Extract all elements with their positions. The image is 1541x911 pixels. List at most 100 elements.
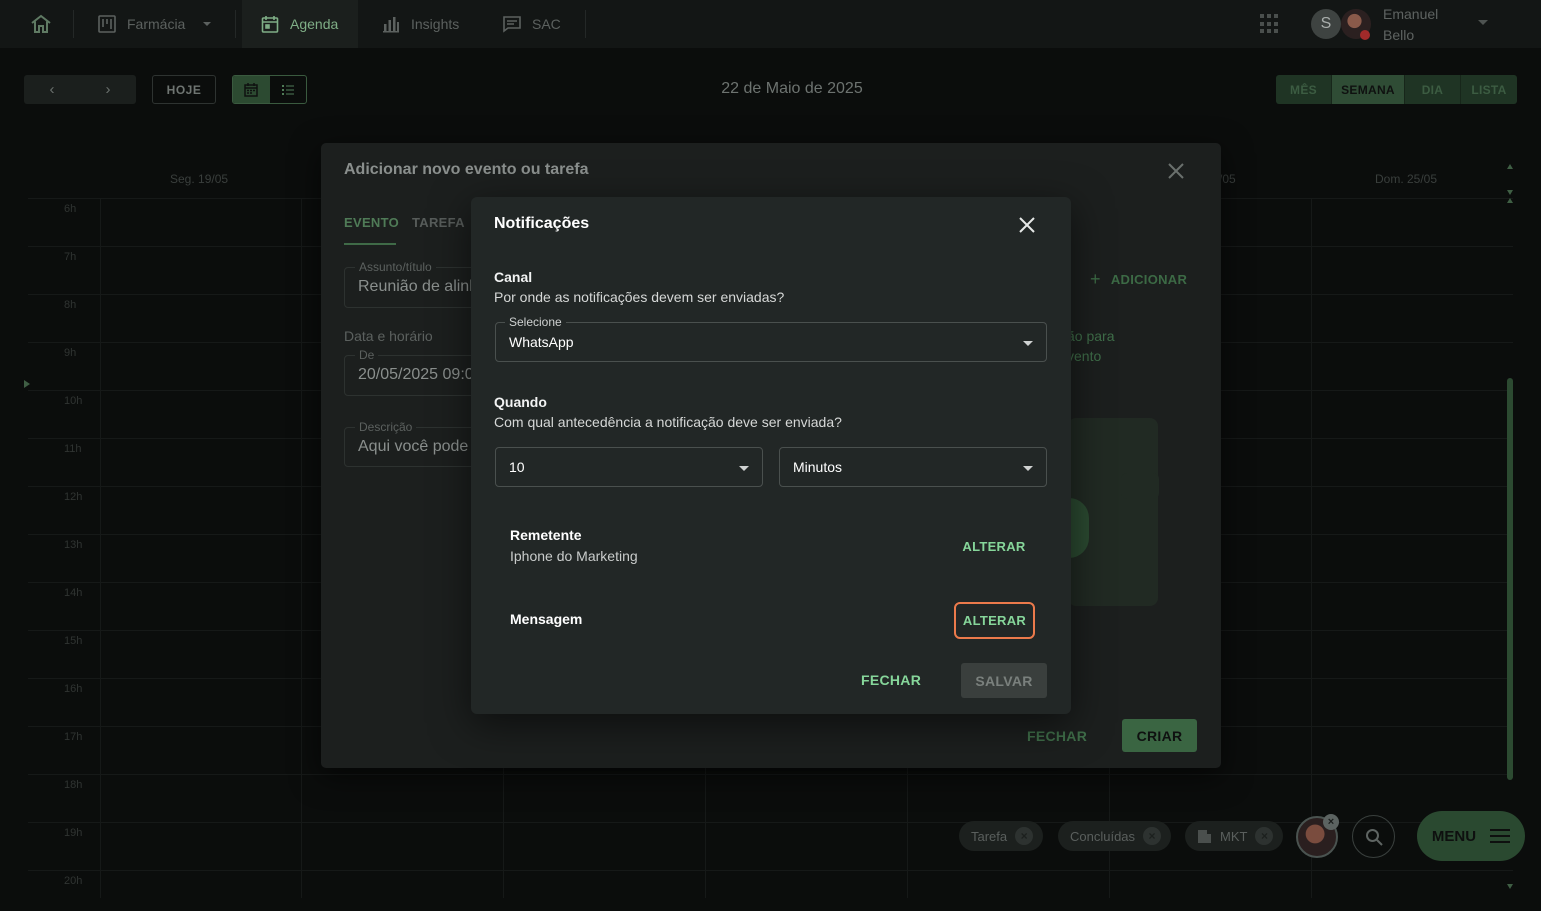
scroll-down-icon[interactable] — [1507, 884, 1513, 889]
select-value: WhatsApp — [509, 334, 574, 350]
close-icon[interactable]: × — [1015, 827, 1034, 845]
nav-item-label: Agenda — [290, 16, 339, 32]
nav-item-sac[interactable]: SAC — [502, 0, 561, 48]
current-date-title: 22 de Maio de 2025 — [721, 80, 863, 97]
board-icon — [98, 15, 116, 33]
menu-button[interactable]: MENU — [1417, 811, 1525, 861]
message-label: Mensagem — [510, 611, 583, 627]
user-first-name: Emanuel — [1383, 6, 1439, 22]
scroll-down-icon[interactable] — [1507, 190, 1513, 195]
scroll-up-icon[interactable] — [1507, 164, 1513, 169]
user-name[interactable]: Emanuel Bello — [1383, 4, 1438, 46]
tab-indicator — [344, 243, 396, 245]
filter-chip-mkt[interactable]: MKT × — [1185, 821, 1284, 851]
hour-label: 18h — [64, 779, 83, 791]
chevron-left-icon[interactable]: ‹ — [24, 75, 80, 104]
hour-label: 13h — [64, 539, 83, 551]
close-icon[interactable]: × — [1323, 814, 1339, 830]
field-label: De — [355, 348, 379, 362]
hour-label: 17h — [64, 731, 83, 743]
day-header: Dom. 25/05 — [1375, 172, 1438, 186]
hint-line: ão para — [1067, 328, 1115, 344]
nav-item-label: SAC — [532, 16, 561, 32]
filter-chip-tarefa[interactable]: Tarefa × — [959, 821, 1044, 851]
chevron-down-icon[interactable] — [1478, 20, 1488, 25]
home-icon[interactable] — [28, 12, 54, 36]
create-button[interactable]: CRIAR — [1122, 719, 1197, 752]
close-icon[interactable]: × — [1255, 827, 1274, 845]
avatar[interactable]: S — [1311, 9, 1341, 39]
scrollbar[interactable] — [1507, 378, 1513, 780]
view-toggle — [232, 75, 307, 104]
chevron-down-icon — [1023, 466, 1033, 471]
change-message-button[interactable]: ALTERAR — [954, 602, 1035, 639]
save-button[interactable]: SALVAR — [961, 663, 1047, 698]
today-button[interactable]: HOJE — [152, 75, 216, 104]
select-value: Minutos — [793, 459, 843, 475]
menu-label: MENU — [1431, 827, 1477, 845]
channel-label: Canal — [494, 269, 533, 285]
when-description: Com qual antecedência a notificação deve… — [494, 414, 842, 430]
mode-month-button[interactable]: MÊS — [1276, 75, 1332, 104]
unit-select[interactable]: Minutos — [779, 447, 1047, 487]
filter-chip-concluidas[interactable]: Concluídas × — [1058, 821, 1172, 851]
when-label: Quando — [494, 394, 547, 410]
add-label: ADICIONAR — [1110, 272, 1188, 287]
calendar-mode-group: MÊS SEMANA DIA LISTA — [1276, 75, 1517, 104]
nav-item-agenda[interactable]: Agenda — [242, 0, 358, 48]
close-dialog-button[interactable]: FECHAR — [1027, 728, 1087, 744]
user-last-name: Bello — [1383, 27, 1415, 43]
hour-label: 7h — [64, 251, 77, 263]
close-icon[interactable] — [1018, 216, 1036, 234]
hour-label: 15h — [64, 635, 83, 647]
expand-arrow-icon[interactable] — [24, 380, 30, 388]
mode-list-button[interactable]: LISTA — [1461, 75, 1517, 104]
amount-select[interactable]: 10 — [495, 447, 763, 487]
apps-grid-icon[interactable] — [1260, 14, 1280, 34]
hour-label: 14h — [64, 587, 83, 599]
dialog-title: Notificações — [494, 215, 590, 232]
search-button[interactable] — [1352, 815, 1395, 858]
hamburger-icon — [1490, 829, 1511, 843]
divider — [585, 10, 586, 38]
hour-gridline — [28, 870, 1513, 871]
close-button[interactable]: FECHAR — [861, 672, 921, 688]
chip-label: MKT — [1220, 828, 1248, 844]
hour-label: 12h — [64, 491, 83, 503]
chevron-down-icon — [739, 466, 749, 471]
channel-select[interactable]: Selecione WhatsApp — [495, 315, 1047, 362]
mode-day-button[interactable]: DIA — [1405, 75, 1461, 104]
sender-label: Remetente — [510, 527, 582, 543]
nav-item-farmacia[interactable]: Farmácia — [97, 0, 212, 48]
close-icon[interactable] — [1167, 162, 1185, 180]
calendar-view-icon[interactable] — [233, 76, 270, 103]
nav-item-insights[interactable]: Insights — [381, 0, 459, 48]
hour-label: 11h — [64, 443, 82, 455]
mode-week-button[interactable]: SEMANA — [1332, 75, 1405, 104]
sender-value: Iphone do Marketing — [510, 548, 638, 564]
divider — [235, 10, 236, 38]
hour-label: 8h — [64, 299, 77, 311]
change-sender-button[interactable]: ALTERAR — [954, 529, 1034, 563]
field-label: Assunto/título — [355, 260, 436, 274]
hour-label: 6h — [64, 203, 77, 215]
tab-evento[interactable]: EVENTO — [344, 215, 399, 230]
bar-chart-icon — [383, 17, 399, 33]
divider — [73, 10, 74, 38]
hour-label: 10h — [64, 395, 83, 407]
chat-icon — [503, 16, 521, 33]
close-icon[interactable]: × — [1143, 827, 1162, 845]
select-legend: Selecione — [505, 315, 566, 329]
channel-description: Por onde as notificações devem ser envia… — [494, 289, 785, 305]
search-icon — [1365, 828, 1383, 846]
empty-hint: ão para vento — [1067, 326, 1114, 366]
add-notification-button[interactable]: + ADICIONAR — [1090, 269, 1187, 290]
list-view-icon[interactable] — [270, 76, 307, 103]
chevron-right-icon[interactable]: › — [80, 75, 136, 104]
scroll-up-icon[interactable] — [1507, 198, 1513, 203]
tab-tarefa[interactable]: TAREFA — [412, 215, 465, 230]
chip-label: Tarefa — [971, 828, 1008, 844]
date-section-label: Data e horário — [344, 328, 433, 344]
top-navigation-bar: Farmácia Agenda Insights SAC S Emanuel B… — [0, 0, 1541, 48]
field-label: Descrição — [355, 420, 417, 434]
